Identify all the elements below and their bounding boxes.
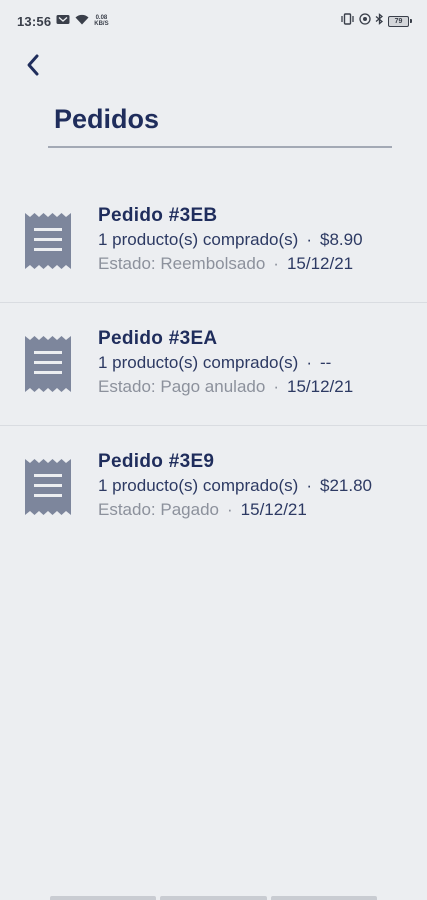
order-details: Pedido #3EA 1 producto(s) comprado(s) · --… <box>98 328 419 399</box>
notification-icon <box>56 12 70 30</box>
vibrate-icon <box>340 12 355 30</box>
receipt-icon <box>25 459 71 515</box>
bluetooth-icon <box>375 12 384 30</box>
order-date: 15/12/21 <box>286 377 354 396</box>
order-status: Estado: Reembolsado <box>98 254 266 273</box>
order-date: 15/12/21 <box>240 500 307 519</box>
order-products: 1 producto(s) comprado(s) <box>98 353 299 372</box>
order-summary: 1 producto(s) comprado(s) · $21.80 <box>98 474 419 498</box>
order-products: 1 producto(s) comprado(s) <box>98 230 299 249</box>
receipt-icon <box>25 213 71 269</box>
separator: · <box>273 254 279 273</box>
status-time: 13:56 <box>17 13 52 29</box>
bottom-nav-hint <box>0 896 427 900</box>
chevron-left-icon <box>27 54 39 76</box>
screen: 13:56 0.08 KB/S 79 Pedidos Pedido #3EB 1… <box>0 0 427 900</box>
order-details: Pedido #3E9 1 producto(s) comprado(s) · $2… <box>98 451 419 522</box>
order-item[interactable]: Pedido #3EA 1 producto(s) comprado(s) · --… <box>0 303 427 426</box>
page-title: Pedidos <box>54 104 160 134</box>
separator: · <box>306 353 312 372</box>
order-amount: -- <box>319 353 332 372</box>
order-status-line: Estado: Reembolsado · 15/12/21 <box>98 252 419 276</box>
order-amount: $8.90 <box>319 230 363 249</box>
battery-icon: 79 <box>388 15 412 27</box>
separator: · <box>226 500 233 519</box>
title-divider <box>48 146 392 148</box>
nfc-icon <box>359 12 371 30</box>
network-speed: 0.08 KB/S <box>94 15 109 27</box>
order-list: Pedido #3EB 1 producto(s) comprado(s) · $8… <box>0 180 427 549</box>
order-date: 15/12/21 <box>286 254 354 273</box>
nav-segment <box>50 896 157 900</box>
order-status-line: Estado: Pago anulado · 15/12/21 <box>98 375 419 399</box>
order-title: Pedido #3E9 <box>98 451 215 472</box>
order-products: 1 producto(s) comprado(s) <box>98 476 299 495</box>
order-status: Estado: Pago anulado <box>98 377 266 396</box>
back-button[interactable] <box>18 48 48 82</box>
order-details: Pedido #3EB 1 producto(s) comprado(s) · $8… <box>98 205 419 276</box>
separator: · <box>306 476 312 495</box>
order-item[interactable]: Pedido #3E9 1 producto(s) comprado(s) · $2… <box>0 426 427 549</box>
order-status: Estado: Pagado <box>98 500 219 519</box>
order-title: Pedido #3EB <box>98 205 218 226</box>
order-title: Pedido #3EA <box>98 328 218 349</box>
order-summary: 1 producto(s) comprado(s) · -- <box>98 351 419 375</box>
order-summary: 1 producto(s) comprado(s) · $8.90 <box>98 228 419 252</box>
wifi-icon <box>75 12 89 30</box>
nav-segment <box>160 896 267 900</box>
order-item[interactable]: Pedido #3EB 1 producto(s) comprado(s) · $8… <box>0 180 427 303</box>
status-bar-left: 13:56 0.08 KB/S <box>17 12 109 30</box>
order-status-line: Estado: Pagado · 15/12/21 <box>98 498 419 522</box>
status-bar-right: 79 <box>340 12 412 30</box>
nav-segment <box>270 896 377 900</box>
separator: · <box>273 377 279 396</box>
receipt-icon <box>25 336 71 392</box>
status-bar: 13:56 0.08 KB/S 79 <box>0 0 427 42</box>
separator: · <box>306 230 312 249</box>
order-amount: $21.80 <box>319 476 372 495</box>
